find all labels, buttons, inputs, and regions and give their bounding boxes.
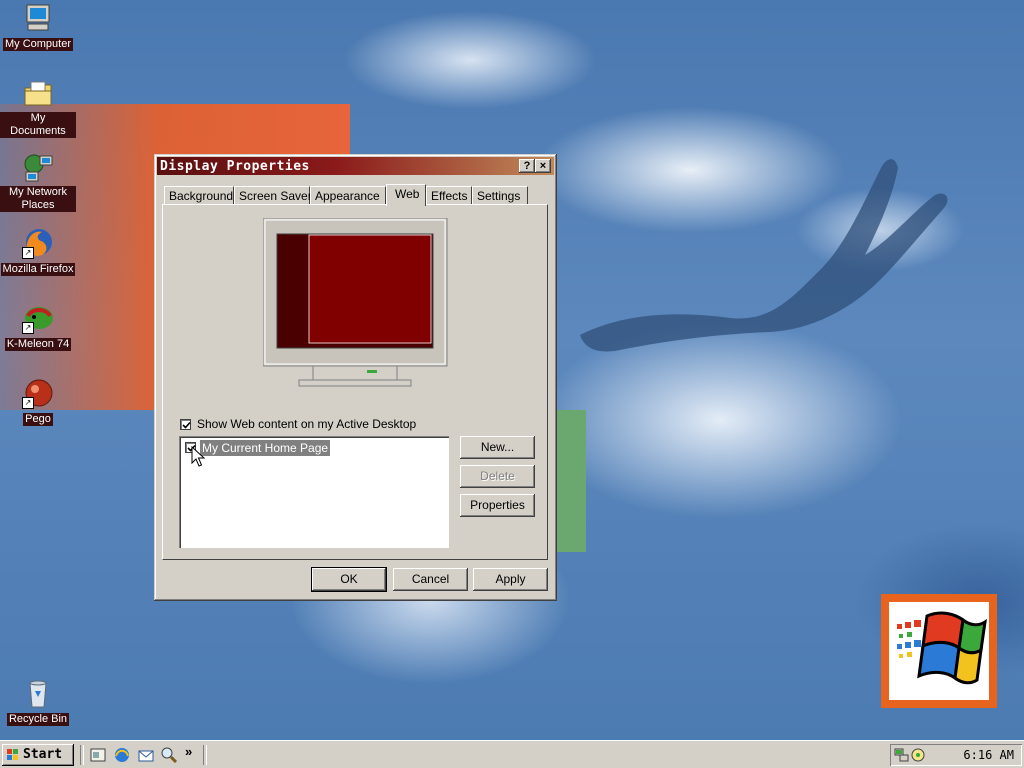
tab-screen-saver[interactable]: Screen Saver [234, 186, 312, 204]
tray-utility-icon[interactable] [910, 747, 926, 763]
desktop-icon-my-computer[interactable]: My Computer [0, 2, 76, 51]
monitor-preview [263, 218, 448, 387]
recycle-bin-icon [22, 677, 54, 709]
start-label: Start [23, 747, 63, 762]
taskbar-separator [80, 745, 84, 765]
web-items-list[interactable]: My Current Home Page [179, 436, 449, 548]
shortcut-arrow-icon: ↗ [22, 247, 34, 259]
desktop-icon-label: Mozilla Firefox [0, 263, 76, 276]
ok-button[interactable]: OK [311, 567, 387, 592]
desktop-icon-label: My Documents [0, 112, 76, 138]
desktop-icon-label: K-Meleon 74 [4, 338, 72, 351]
mouse-cursor-icon [191, 446, 205, 467]
desktop-icon-label: Recycle Bin [6, 713, 70, 726]
delete-button[interactable]: Delete [460, 465, 535, 488]
pego-icon: ↗ [22, 377, 54, 409]
tab-web[interactable]: Web [386, 184, 426, 206]
start-button[interactable]: Start [2, 744, 74, 766]
firefox-icon: ↗ [22, 227, 54, 259]
desktop-icon-my-network-places[interactable]: My Network Places [0, 152, 76, 212]
desktop-icon-label: My Network Places [0, 186, 76, 212]
help-button[interactable]: ? [519, 159, 535, 173]
desktop-icon-label: My Computer [2, 38, 74, 51]
cancel-button[interactable]: Cancel [393, 568, 468, 591]
network-icon [22, 152, 54, 184]
desktop-icon-pego[interactable]: ↗ Pego [0, 377, 76, 426]
windows-flag-icon [7, 749, 18, 760]
show-web-content-checkbox[interactable] [180, 419, 191, 430]
apply-button[interactable]: Apply [473, 568, 548, 591]
display-properties-window: Display Properties ? × Background Screen… [154, 154, 557, 601]
network-tray-icon[interactable] [894, 747, 910, 763]
web-tab-panel: Show Web content on my Active Desktop My… [162, 204, 548, 560]
show-desktop-icon[interactable] [89, 746, 107, 764]
quick-launch-more-button[interactable]: » [185, 744, 192, 759]
taskbar: Start » 6:16 AM [0, 740, 1024, 768]
properties-button[interactable]: Properties [460, 494, 535, 517]
kmeleon-icon: ↗ [22, 302, 54, 334]
show-web-content-label: Show Web content on my Active Desktop [197, 417, 417, 431]
desktop-icon-k-meleon[interactable]: ↗ K-Meleon 74 [0, 302, 76, 351]
wallpaper-green-panel [556, 410, 586, 552]
window-title: Display Properties [160, 159, 310, 174]
web-item-preview [308, 234, 432, 344]
shortcut-arrow-icon: ↗ [22, 397, 34, 409]
wallpaper-bird-shadow [580, 159, 948, 352]
tab-effects[interactable]: Effects [426, 186, 472, 204]
tab-appearance[interactable]: Appearance [310, 186, 386, 204]
clock: 6:16 AM [963, 748, 1014, 762]
web-item-label: My Current Home Page [200, 440, 331, 456]
folder-icon [22, 78, 54, 110]
windows-flag-icon [897, 611, 987, 685]
tab-settings[interactable]: Settings [472, 186, 528, 204]
checkmark-icon [182, 421, 191, 429]
tab-background[interactable]: Background [164, 186, 234, 204]
search-icon[interactable] [160, 746, 178, 764]
close-button[interactable]: × [535, 159, 551, 173]
computer-icon [22, 2, 54, 34]
title-bar[interactable]: Display Properties ? × [157, 157, 554, 175]
new-button[interactable]: New... [460, 436, 535, 459]
outlook-express-icon[interactable] [137, 746, 155, 764]
taskbar-separator [203, 745, 207, 765]
shortcut-arrow-icon: ↗ [22, 322, 34, 334]
internet-explorer-icon[interactable] [113, 746, 131, 764]
desktop-icon-label: Pego [23, 413, 53, 426]
system-tray: 6:16 AM [890, 744, 1022, 766]
desktop-icon-recycle-bin[interactable]: Recycle Bin [0, 677, 76, 726]
desktop-icon-my-documents[interactable]: My Documents [0, 78, 76, 138]
desktop-icon-mozilla-firefox[interactable]: ↗ Mozilla Firefox [0, 227, 76, 276]
windows-logo [881, 594, 997, 708]
